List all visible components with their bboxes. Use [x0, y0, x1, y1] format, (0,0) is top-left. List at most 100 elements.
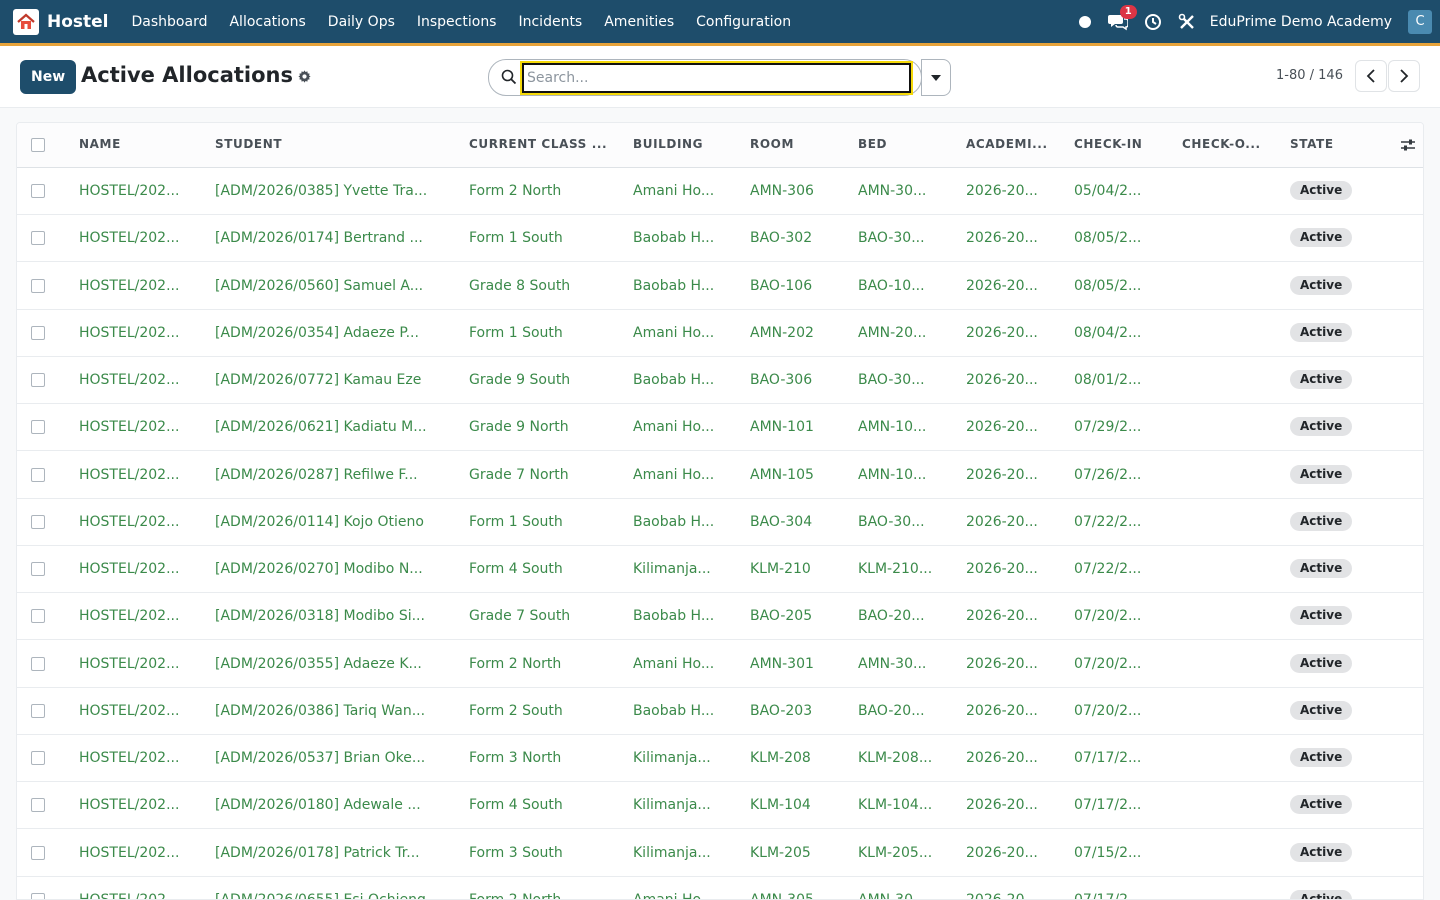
cell-current-class[interactable]: Grade 8 South [469, 278, 617, 294]
row-checkbox[interactable] [31, 467, 45, 482]
table-row[interactable]: HOSTEL/202... [ADM/2026/0772] Kamau Eze Gr… [17, 357, 1423, 404]
row-checkbox[interactable] [31, 751, 45, 765]
pager-previous-button[interactable] [1355, 60, 1387, 92]
user-avatar[interactable]: C [1408, 9, 1432, 34]
cell-building[interactable]: Baobab H... [633, 278, 733, 294]
cell-current-class[interactable]: Grade 9 North [469, 419, 617, 435]
cell-current-class[interactable]: Form 2 South [469, 703, 617, 719]
cell-student[interactable]: [ADM/2026/0560] Samuel A... [215, 278, 451, 294]
cell-current-class[interactable]: Form 4 South [469, 561, 617, 577]
column-header-check-out[interactable]: CHECK-O... [1182, 137, 1272, 151]
column-header-bed[interactable]: BED [858, 137, 950, 151]
cell-name[interactable]: HOSTEL/202... [79, 656, 199, 672]
optional-columns-icon[interactable] [1400, 138, 1416, 156]
cell-name[interactable]: HOSTEL/202... [79, 845, 199, 861]
cell-student[interactable]: [ADM/2026/0318] Modibo Si... [215, 608, 451, 624]
menu-dashboard[interactable]: Dashboard [121, 14, 219, 30]
cell-student[interactable]: [ADM/2026/0385] Yvette Tra... [215, 183, 451, 199]
cell-name[interactable]: HOSTEL/202... [79, 892, 199, 899]
cell-building[interactable]: Kilimanja... [633, 797, 733, 813]
column-header-student[interactable]: STUDENT [215, 137, 451, 151]
column-header-check-in[interactable]: CHECK-IN [1074, 137, 1164, 151]
row-checkbox[interactable] [31, 798, 45, 813]
row-checkbox[interactable] [31, 278, 45, 293]
table-row[interactable]: HOSTEL/202... [ADM/2026/0287] Refilwe F..… [17, 452, 1423, 499]
cell-current-class[interactable]: Grade 7 North [469, 467, 617, 483]
cell-student[interactable]: [ADM/2026/0354] Adaeze P... [215, 325, 451, 341]
search-input[interactable] [520, 61, 913, 95]
cell-name[interactable]: HOSTEL/202... [79, 797, 199, 813]
cell-building[interactable]: Kilimanja... [633, 561, 733, 577]
gear-icon[interactable] [298, 70, 311, 87]
row-checkbox[interactable] [31, 656, 45, 671]
pager-next-button[interactable] [1388, 60, 1420, 92]
column-header-current-class[interactable]: CURRENT CLASS ... [469, 137, 617, 151]
row-checkbox[interactable] [31, 562, 45, 576]
row-checkbox[interactable] [31, 892, 45, 899]
cell-building[interactable]: Baobab H... [633, 372, 733, 388]
cell-name[interactable]: HOSTEL/202... [79, 372, 199, 388]
cell-student[interactable]: [ADM/2026/0655] Esi Ochieng [215, 892, 451, 899]
cell-name[interactable]: HOSTEL/202... [79, 230, 199, 246]
row-checkbox[interactable] [31, 231, 45, 246]
table-row[interactable]: HOSTEL/202... [ADM/2026/0114] Kojo Otieno… [17, 499, 1423, 546]
cell-student[interactable]: [ADM/2026/0772] Kamau Eze [215, 372, 451, 388]
menu-incidents[interactable]: Incidents [507, 14, 593, 30]
table-row[interactable]: HOSTEL/202... [ADM/2026/0621] Kadiatu M..… [17, 404, 1423, 452]
cell-student[interactable]: [ADM/2026/0537] Brian Oke... [215, 750, 451, 766]
cell-name[interactable]: HOSTEL/202... [79, 608, 199, 624]
table-row[interactable]: HOSTEL/202... [ADM/2026/0355] Adaeze K...… [17, 641, 1423, 688]
cell-building[interactable]: Baobab H... [633, 608, 733, 624]
column-header-name[interactable]: NAME [79, 137, 199, 151]
row-checkbox[interactable] [31, 703, 45, 718]
cell-name[interactable]: HOSTEL/202... [79, 325, 199, 341]
cell-building[interactable]: Baobab H... [633, 514, 733, 530]
table-row[interactable]: HOSTEL/202... [ADM/2026/0178] Patrick Tr.… [17, 830, 1423, 877]
tools-icon[interactable] [1178, 13, 1196, 31]
cell-building[interactable]: Baobab H... [633, 230, 733, 246]
cell-student[interactable]: [ADM/2026/0270] Modibo N... [215, 561, 451, 577]
cell-student[interactable]: [ADM/2026/0386] Tariq Wan... [215, 703, 451, 719]
cell-building[interactable]: Baobab H... [633, 703, 733, 719]
table-row[interactable]: HOSTEL/202... [ADM/2026/0318] Modibo Si..… [17, 593, 1423, 641]
cell-current-class[interactable]: Form 3 South [469, 845, 617, 861]
row-checkbox[interactable] [31, 514, 45, 529]
cell-name[interactable]: HOSTEL/202... [79, 419, 199, 435]
cell-name[interactable]: HOSTEL/202... [79, 703, 199, 719]
messaging-icon[interactable]: 1 [1107, 4, 1137, 31]
cell-current-class[interactable]: Form 2 North [469, 656, 617, 672]
cell-name[interactable]: HOSTEL/202... [79, 278, 199, 294]
cell-current-class[interactable]: Form 3 North [469, 750, 617, 766]
pager-value[interactable]: 1-80 / 146 [1276, 68, 1343, 83]
clock-icon[interactable] [1144, 13, 1162, 31]
column-header-building[interactable]: BUILDING [633, 137, 733, 151]
cell-student[interactable]: [ADM/2026/0355] Adaeze K... [215, 656, 451, 672]
cell-building[interactable]: Amani Ho... [633, 325, 733, 341]
table-row[interactable]: HOSTEL/202... [ADM/2026/0180] Adewale ...… [17, 782, 1423, 830]
cell-building[interactable]: Kilimanja... [633, 750, 733, 766]
new-button[interactable]: New [20, 60, 77, 94]
cell-name[interactable]: HOSTEL/202... [79, 183, 199, 199]
row-checkbox[interactable] [31, 184, 45, 198]
table-row[interactable]: HOSTEL/202... [ADM/2026/0174] Bertrand ..… [17, 215, 1423, 263]
cell-student[interactable]: [ADM/2026/0180] Adewale ... [215, 797, 451, 813]
table-row[interactable]: HOSTEL/202... [ADM/2026/0270] Modibo N...… [17, 546, 1423, 593]
cell-name[interactable]: HOSTEL/202... [79, 750, 199, 766]
row-checkbox[interactable] [31, 609, 45, 624]
table-row[interactable]: HOSTEL/202... [ADM/2026/0385] Yvette Tra.… [17, 168, 1423, 215]
cell-building[interactable]: Amani Ho... [633, 183, 733, 199]
cell-current-class[interactable]: Grade 7 South [469, 608, 617, 624]
cell-current-class[interactable]: Form 2 North [469, 892, 617, 899]
cell-current-class[interactable]: Form 1 South [469, 514, 617, 530]
search-options-toggle[interactable] [921, 59, 951, 96]
cell-student[interactable]: [ADM/2026/0621] Kadiatu M... [215, 419, 451, 435]
cell-current-class[interactable]: Form 1 South [469, 325, 617, 341]
row-checkbox[interactable] [31, 845, 45, 860]
cell-name[interactable]: HOSTEL/202... [79, 514, 199, 530]
menu-configuration[interactable]: Configuration [685, 14, 802, 30]
cell-building[interactable]: Amani Ho... [633, 892, 733, 899]
cell-student[interactable]: [ADM/2026/0114] Kojo Otieno [215, 514, 451, 530]
status-dot-icon[interactable] [1078, 15, 1092, 29]
table-row[interactable]: HOSTEL/202... [ADM/2026/0537] Brian Oke..… [17, 735, 1423, 782]
menu-amenities[interactable]: Amenities [593, 14, 685, 30]
